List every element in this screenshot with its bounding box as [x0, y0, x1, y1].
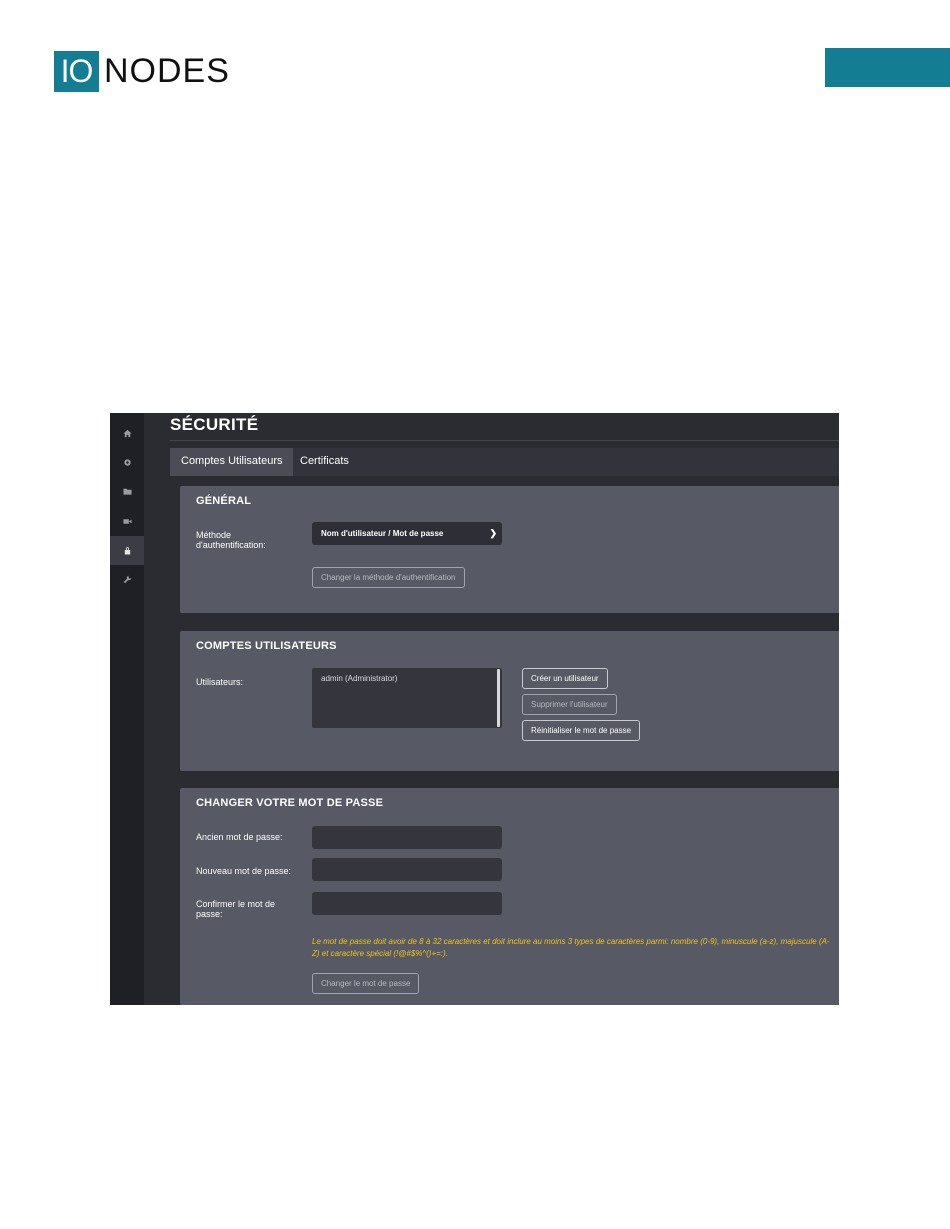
sidebar: [110, 413, 144, 1005]
list-item[interactable]: admin (Administrator): [321, 674, 397, 683]
users-label: Utilisateurs:: [196, 677, 244, 687]
sidebar-item-tools[interactable]: [110, 565, 144, 594]
new-password-label: Nouveau mot de passe:: [196, 866, 292, 876]
home-icon: [122, 429, 132, 438]
auth-method-label: Méthode d'authentification:: [196, 530, 266, 550]
accounts-panel: COMPTES UTILISATEURS Utilisateurs: admin…: [180, 631, 839, 771]
logo-text: NODES: [104, 52, 230, 90]
old-password-input[interactable]: [312, 826, 502, 849]
main-content: SÉCURITÉ Comptes Utilisateurs Certificat…: [170, 413, 839, 1005]
page-title: SÉCURITÉ: [170, 415, 259, 434]
folder-icon: [122, 488, 132, 495]
reset-password-button[interactable]: Réinitialiser le mot de passe: [522, 720, 641, 741]
security-screenshot: SÉCURITÉ Comptes Utilisateurs Certificat…: [110, 413, 839, 1005]
ionodes-logo: IO NODES: [54, 51, 230, 92]
title-divider: [170, 440, 839, 441]
sidebar-item-files[interactable]: [110, 477, 144, 506]
gear-icon: [123, 459, 131, 466]
accounts-title: COMPTES UTILISATEURS: [196, 640, 337, 652]
users-listbox[interactable]: admin (Administrator): [312, 668, 502, 728]
wrench-icon: [123, 575, 131, 584]
new-password-input[interactable]: [312, 858, 502, 881]
camera-icon: [122, 519, 132, 524]
sidebar-item-video[interactable]: [110, 507, 144, 536]
password-requirements-note: Le mot de passe doit avoir de 8 à 32 car…: [312, 937, 830, 958]
tab-bar: Comptes Utilisateurs Certificats: [170, 448, 839, 476]
change-password-panel: CHANGER VOTRE MOT DE PASSE Ancien mot de…: [180, 788, 839, 1005]
tab-certificats[interactable]: Certificats: [289, 448, 360, 476]
sidebar-item-settings[interactable]: [110, 448, 144, 477]
auth-method-value: Nom d'utilisateur / Mot de passe: [321, 529, 444, 538]
change-password-title: CHANGER VOTRE MOT DE PASSE: [196, 797, 384, 809]
lock-icon: [124, 547, 130, 555]
confirm-password-input[interactable]: [312, 892, 502, 915]
chevron-down-icon: ❯: [489, 528, 497, 538]
confirm-password-label: Confirmer le mot de passe:: [196, 899, 276, 919]
delete-user-button[interactable]: Supprimer l'utilisateur: [522, 694, 617, 715]
logo-mark: IO: [54, 51, 99, 92]
general-panel: GÉNÉRAL Méthode d'authentification: Nom …: [180, 486, 839, 613]
tab-comptes-utilisateurs[interactable]: Comptes Utilisateurs: [170, 448, 294, 476]
sidebar-item-security[interactable]: [110, 536, 144, 565]
header-accent-bar: [825, 48, 950, 87]
change-auth-method-button[interactable]: Changer la méthode d'authentification: [312, 567, 465, 588]
old-password-label: Ancien mot de passe:: [196, 832, 283, 842]
create-user-button[interactable]: Créer un utilisateur: [522, 668, 608, 689]
auth-method-select[interactable]: Nom d'utilisateur / Mot de passe ❯: [312, 522, 502, 545]
change-password-button[interactable]: Changer le mot de passe: [312, 973, 420, 994]
sidebar-item-home[interactable]: [110, 419, 144, 448]
general-title: GÉNÉRAL: [196, 495, 252, 507]
listbox-scrollbar[interactable]: [497, 669, 500, 727]
